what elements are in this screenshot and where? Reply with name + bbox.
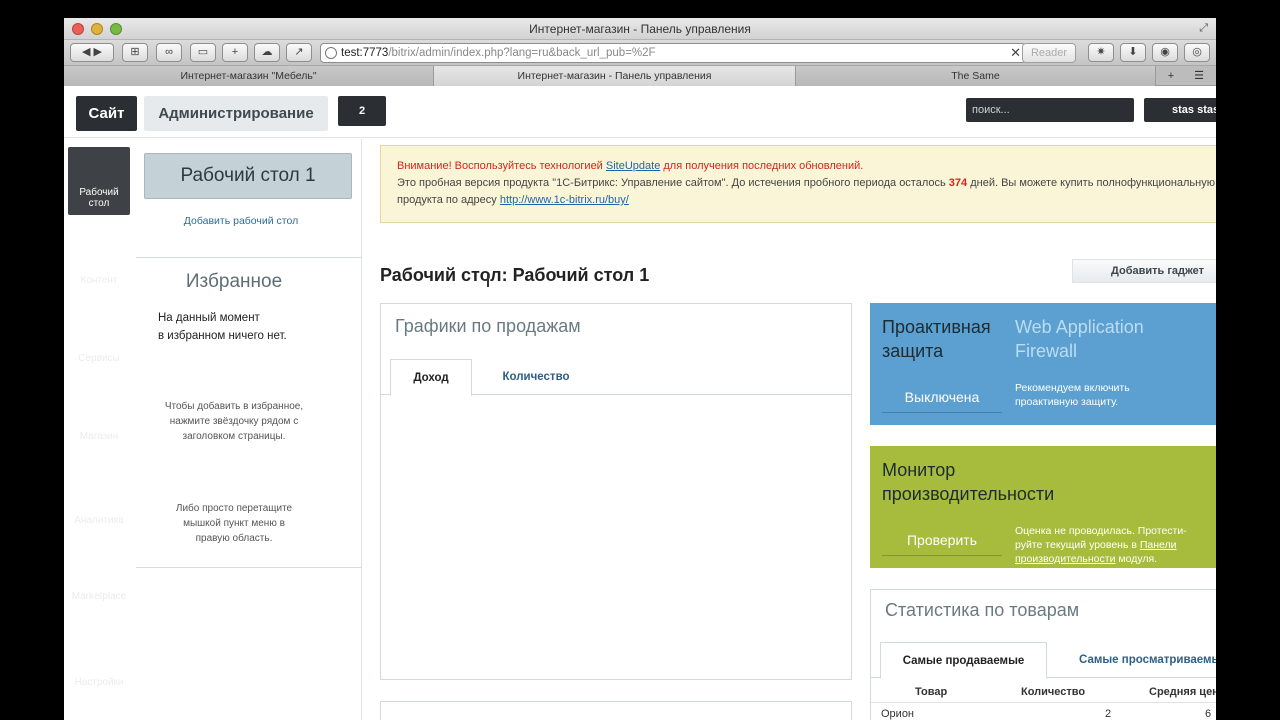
admin-button[interactable]: Администрирование — [144, 96, 328, 131]
performance-monitor-block: Монитор производительности Проверить Оце… — [870, 446, 1216, 568]
column-header: Товар — [915, 686, 948, 698]
check-button[interactable]: Проверить — [882, 524, 1002, 556]
globe-icon — [325, 47, 337, 59]
settings-icon[interactable]: ◎ — [1184, 43, 1210, 62]
tab-mebel[interactable]: Интернет-магазин "Мебель" — [64, 66, 434, 86]
protection-status-button[interactable]: Выключена — [882, 381, 1002, 413]
add-gadget-button[interactable]: Добавить гаджет — [1072, 259, 1216, 283]
search-input[interactable] — [966, 98, 1134, 122]
gadget-placeholder — [380, 701, 852, 720]
sales-charts-gadget: Графики по продажам Доход Количество — [380, 303, 852, 680]
menu-item-desktop[interactable]: Рабочий стол — [68, 147, 130, 215]
tab-quantity[interactable]: Количество — [491, 359, 581, 395]
favorites-hint-drag: Либо просто перетащите мышкой пункт меню… — [175, 503, 293, 544]
favorites-title: Избранное — [185, 271, 283, 292]
tab-the-same[interactable]: The Same — [796, 66, 1156, 86]
text-cursor-icon — [487, 275, 489, 287]
admin-left-menu: Рабочий стол Контент Сервисы Магазин Ана… — [64, 139, 136, 720]
alert-warning-suffix: для получения последних обновлений. — [660, 160, 864, 172]
tab-admin-panel[interactable]: Интернет-магазин - Панель управления — [434, 66, 796, 86]
gadget-title: Графики по продажам — [395, 316, 581, 336]
monitor-text: Оценка не проводилась. Протести- руйте т… — [1015, 524, 1187, 566]
title-bar: Интернет-магазин - Панель управления ⤢ — [64, 18, 1216, 40]
column-header: Количество — [1021, 686, 1086, 698]
product-stats-gadget: Статистика по товарам Самые продаваемые … — [870, 589, 1216, 720]
table-cell: 6 — [1205, 708, 1212, 720]
window-title: Интернет-магазин - Панель управления — [529, 22, 751, 36]
alert-warning-text: Внимание! Воспользуйтесь технологией — [397, 160, 606, 172]
menu-item-marketplace[interactable]: Marketplace — [68, 591, 130, 602]
reading-list-icon[interactable]: ∞ — [156, 43, 182, 62]
gadget-title: Статистика по товарам — [885, 600, 1080, 620]
sales-tabs: Доход Количество — [381, 359, 851, 396]
url-host: test:7773 — [341, 47, 389, 59]
menu-item-store[interactable]: Магазин — [68, 431, 130, 442]
protection-text: Рекомендуем включить проактивную защиту. — [1015, 382, 1130, 408]
proactive-protection-block: Проактивная защита Web Application Firew… — [870, 303, 1216, 425]
back-forward-buttons[interactable]: ◀ ▶ — [70, 43, 114, 62]
tab-overview-icon[interactable]: ☰ — [1186, 66, 1212, 86]
browser-toolbar: ◀ ▶ ⊞ ∞ ▭ + ☁ ↗ test:7773/bitrix/admin/i… — [64, 40, 1216, 66]
user-menu-button[interactable]: stas stas — [1144, 98, 1216, 122]
icloud-icon[interactable]: ☁ — [254, 43, 280, 62]
tab-income[interactable]: Доход — [390, 359, 472, 396]
menu-item-content[interactable]: Контент — [68, 275, 130, 286]
desktops-panel: Рабочий стол 1 Добавить рабочий стол Изб… — [136, 139, 362, 720]
clear-url-icon[interactable]: ✕ — [1010, 44, 1021, 62]
tab-bar: Интернет-магазин "Мебель" Интернет-магаз… — [64, 66, 1216, 86]
admin-header: Сайт Администрирование 2 stas stas — [64, 86, 1216, 138]
trial-alert: Внимание! Воспользуйтесь технологией Sit… — [380, 145, 1216, 223]
monitor-text-part2: модуля. — [1115, 553, 1158, 565]
trial-suffix: дней. Вы можете купить полнофункциональн… — [970, 177, 1216, 189]
download-icon[interactable]: ⬇ — [1120, 43, 1146, 62]
favorites-hint-star: Чтобы добавить в избранное, нажмите звёз… — [164, 401, 304, 442]
menu-item-settings[interactable]: Настройки — [68, 677, 130, 688]
reader-button[interactable]: Reader — [1022, 43, 1076, 63]
column-header: Средняя цена — [1149, 686, 1216, 698]
block-title: Монитор производительности — [882, 460, 1055, 504]
divider — [136, 567, 362, 568]
siteupdate-link[interactable]: SiteUpdate — [606, 160, 660, 172]
divider — [136, 257, 362, 258]
site-button[interactable]: Сайт — [76, 96, 137, 131]
favorites-empty-text: На данный момент в избранном ничего нет. — [158, 312, 287, 342]
notifications-button[interactable]: 2 — [338, 96, 386, 126]
buy-link[interactable]: http://www.1c-bitrix.ru/buy/ — [500, 194, 629, 206]
table-cell: 2 — [1105, 708, 1112, 720]
menu-item-analytics[interactable]: Аналитика — [68, 515, 130, 526]
url-path: /bitrix/admin/index.php?lang=ru&back_url… — [388, 47, 656, 59]
add-desktop-link[interactable]: Добавить рабочий стол — [136, 215, 346, 227]
main-content: Внимание! Воспользуйтесь технологией Sit… — [362, 139, 1216, 720]
trial-days: 374 — [948, 177, 968, 189]
buy-address-text: продукта по адресу — [397, 194, 500, 206]
stats-tabs: Самые продаваемые Самые просматриваемые — [871, 642, 1216, 679]
add-bookmark-icon[interactable]: + — [222, 43, 248, 62]
tab-most-viewed[interactable]: Самые просматриваемые — [1079, 642, 1216, 678]
address-bar[interactable]: test:7773/bitrix/admin/index.php?lang=ru… — [320, 43, 1026, 63]
extension-icon[interactable]: ✷ — [1088, 43, 1114, 62]
browser-window: Интернет-магазин - Панель управления ⤢ ◀… — [64, 18, 1216, 720]
divider — [871, 702, 1216, 703]
bookmarks-icon[interactable]: ▭ — [190, 43, 216, 62]
adblock-icon[interactable]: ◉ — [1152, 43, 1178, 62]
tab-best-selling[interactable]: Самые продаваемые — [880, 642, 1047, 679]
fullscreen-icon[interactable]: ⤢ — [1199, 22, 1208, 35]
top-sites-icon[interactable]: ⊞ — [122, 43, 148, 62]
page-title: Рабочий стол: Рабочий стол 1 — [380, 265, 650, 285]
trial-text: Это пробная версия продукта "1С-Битрикс:… — [397, 177, 949, 189]
table-cell: Орион — [881, 708, 915, 720]
menu-item-services[interactable]: Сервисы — [68, 353, 130, 364]
block-subtitle: Web Application Firewall — [1015, 317, 1144, 361]
new-tab-icon[interactable]: + — [1158, 66, 1184, 86]
block-title: Проактивная защита — [882, 317, 991, 361]
desktop-1-button[interactable]: Рабочий стол 1 — [144, 153, 352, 199]
share-icon[interactable]: ↗ — [286, 43, 312, 62]
